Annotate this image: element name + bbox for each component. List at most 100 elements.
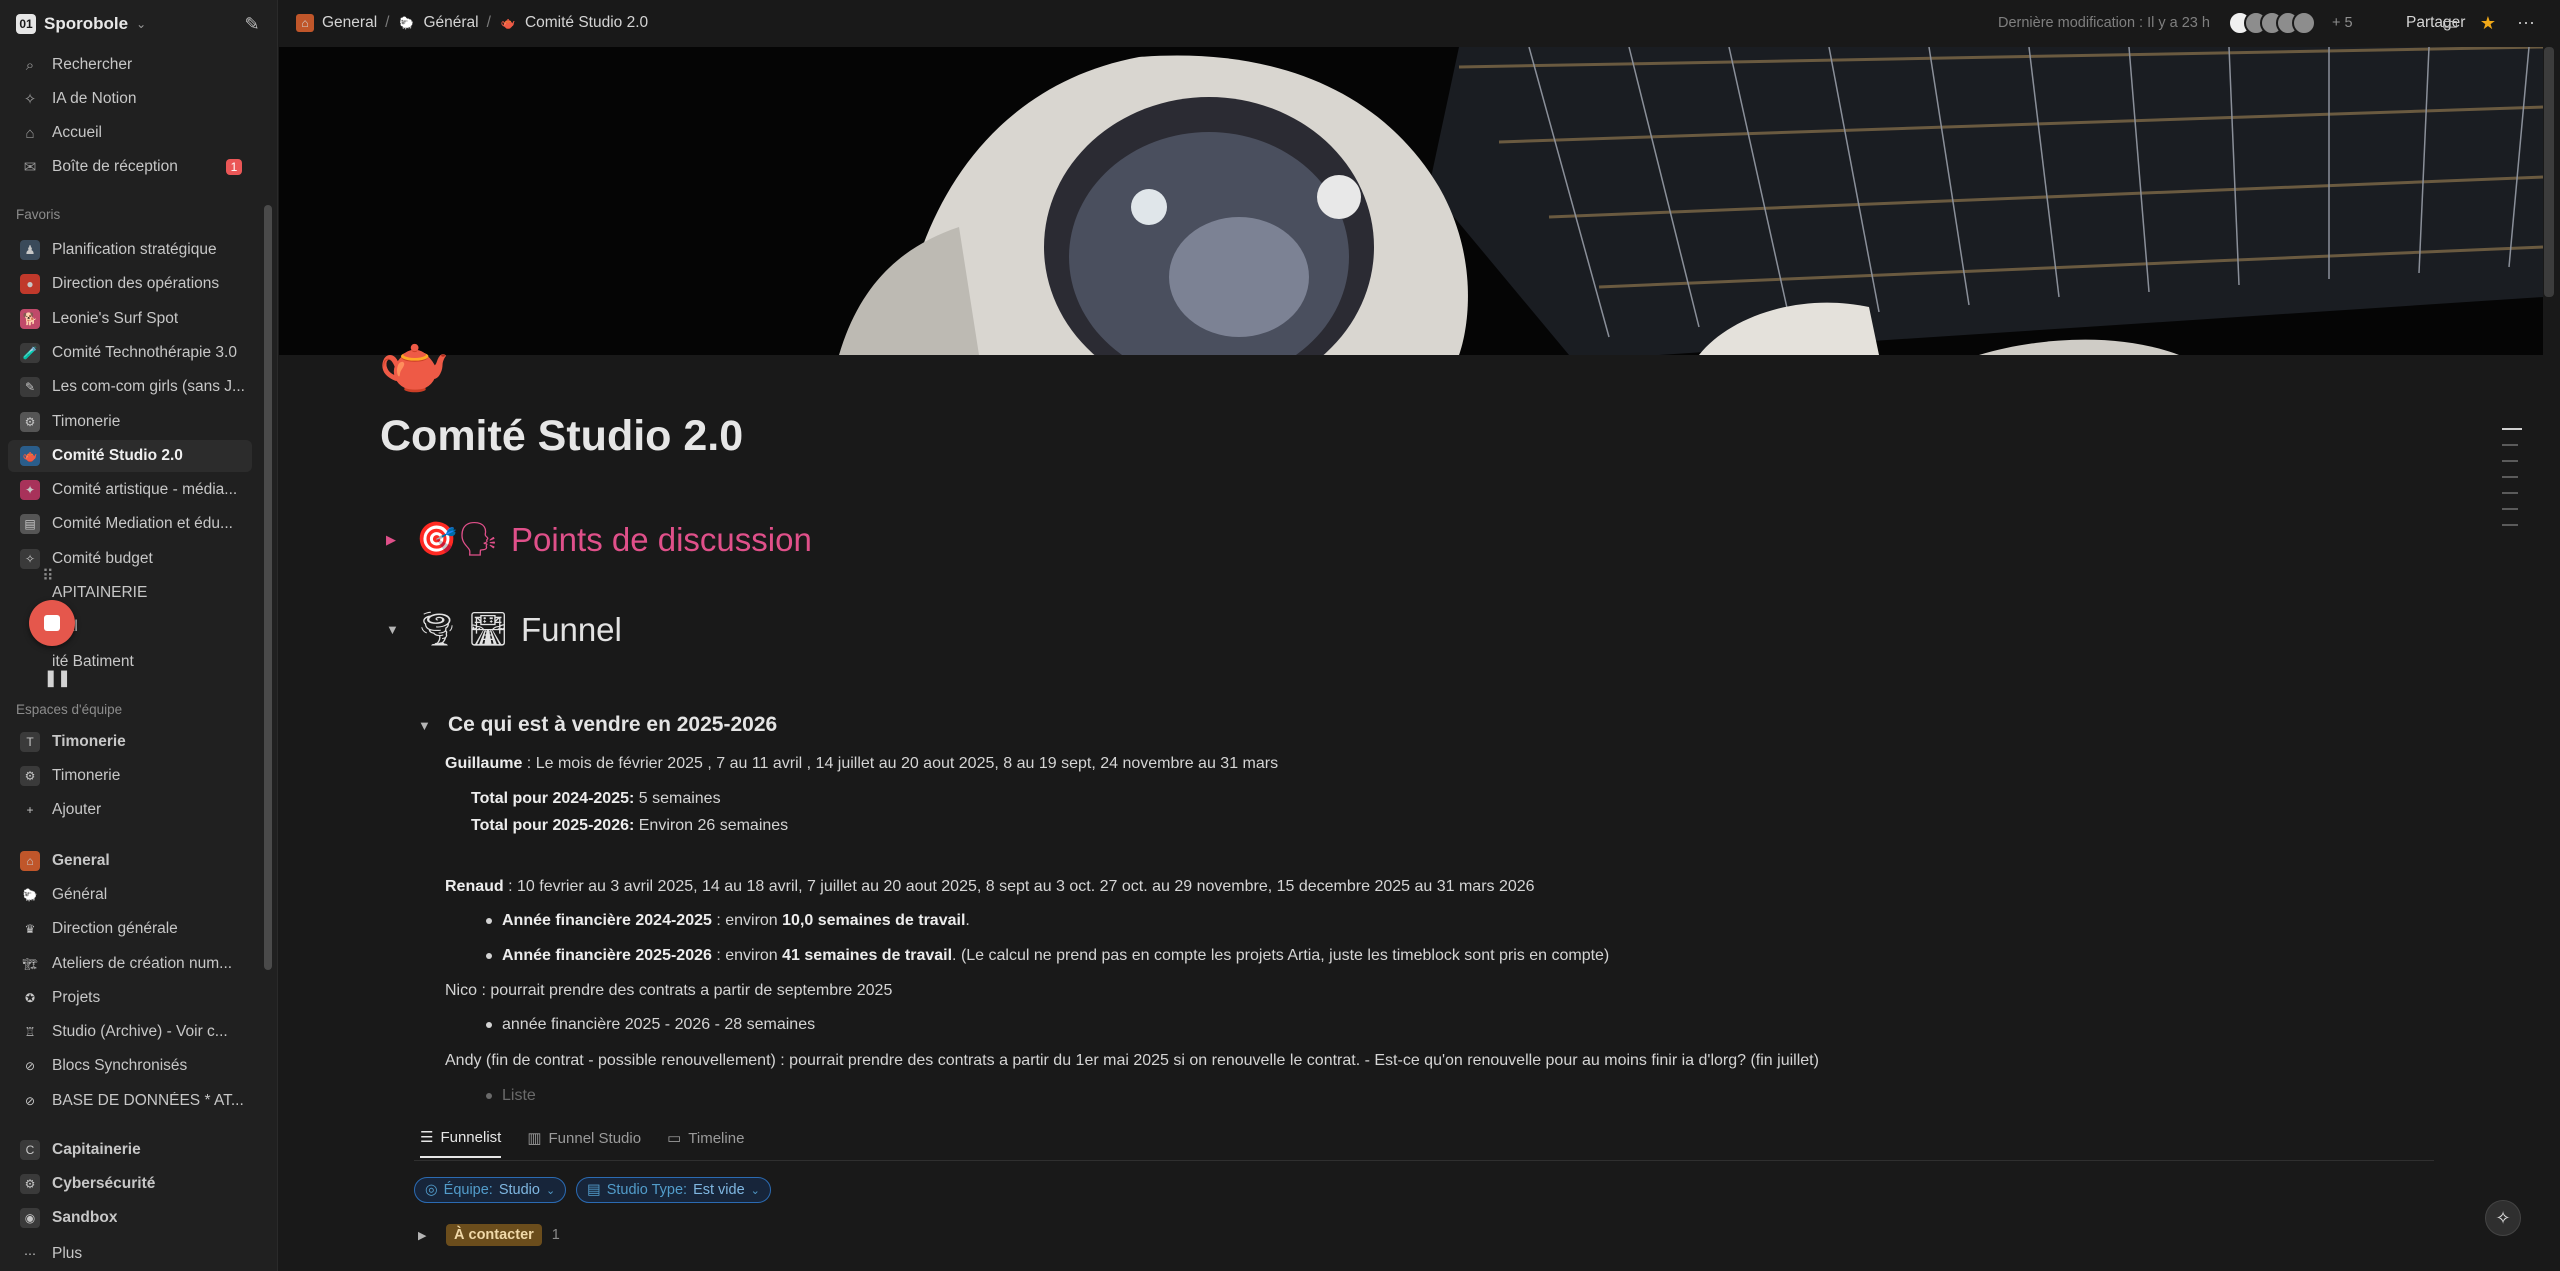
sidebar-item-planification-strategique[interactable]: ♟ Planification stratégique — [8, 234, 252, 266]
filter-chip-equipe[interactable]: ◎ Équipe: Studio ⌄ — [414, 1177, 567, 1203]
sidebar-item-label: Cybersécurité — [52, 1175, 156, 1192]
database-view-tabs: ☰ Funnelist ▥ Funnel Studio ▭ Timeline — [420, 1128, 744, 1158]
filter-property-icon: ◎ — [425, 1182, 438, 1198]
sidebar-item-les-com-com-girls-sans-j[interactable]: ✎ Les com-com girls (sans J... — [8, 371, 252, 403]
sidebar-item-timonerie[interactable]: ⚙ Timonerie — [8, 760, 252, 792]
sidebar-item-base-de-donnees-at[interactable]: ⊘ BASE DE DONNÉES * AT... — [8, 1085, 252, 1117]
list-item[interactable]: Année financière 2024-2025 : environ 10,… — [502, 912, 970, 930]
sidebar-item-comite-technotherapie-3-0[interactable]: 🧪 Comité Technothérapie 3.0 — [8, 337, 252, 369]
chevron-down-icon: ⌄ — [136, 17, 147, 31]
sidebar-item-general[interactable]: 🐑 Général — [8, 879, 252, 911]
sidebar-item-ateliers-de-creation-num[interactable]: 🏗 Ateliers de création num... — [8, 948, 252, 980]
list-item[interactable]: année financière 2025 - 2026 - 28 semain… — [502, 1016, 815, 1034]
sidebar-item-boite-de-reception[interactable]: ✉ Boîte de réception 1 — [8, 151, 252, 183]
table-of-contents[interactable] — [2502, 428, 2522, 540]
text-block[interactable]: Total pour 2025-2026: Environ 26 semaine… — [471, 817, 788, 835]
text-block[interactable]: Nico : pourrait prendre des contrats a p… — [445, 982, 892, 1000]
page-emoji-icon: ⊘ — [24, 1059, 36, 1073]
notion-ai-icon[interactable]: ✧ — [2485, 1200, 2521, 1236]
sidebar-item-accueil[interactable]: ⌂ Accueil — [8, 117, 252, 149]
filter-chip-studio-type[interactable]: ▤ Studio Type: Est vide ⌄ — [576, 1177, 771, 1203]
toggle-heading-for-sale[interactable]: ▼ Ce qui est à vendre en 2025-2026 — [418, 713, 777, 737]
sidebar-item-blocs-synchronises[interactable]: ⊘ Blocs Synchronisés — [8, 1050, 252, 1082]
sidebar-item-rechercher[interactable]: ⌕ Rechercher — [8, 49, 252, 81]
tab-funnelist[interactable]: ☰ Funnelist — [420, 1128, 502, 1158]
comment-icon[interactable]: ▭ — [2438, 11, 2462, 35]
view-icon: ▥ — [527, 1130, 542, 1147]
sidebar-item-label: BASE DE DONNÉES * AT... — [52, 1092, 244, 1109]
breadcrumb-item-comite-studio-2-0[interactable]: 🫖 Comité Studio 2.0 — [499, 14, 648, 32]
chevron-down-icon: ⌄ — [545, 1184, 556, 1197]
sidebar-item-cybersecurite[interactable]: ⚙ Cybersécurité — [8, 1168, 252, 1200]
sidebar-item-general[interactable]: ⌂ General — [8, 845, 252, 877]
page-emoji-icon: ⌂ — [20, 851, 40, 871]
sidebar-item-timonerie[interactable]: ⚙ Timonerie — [8, 406, 252, 438]
star-icon[interactable]: ★ — [2476, 11, 2500, 35]
sidebar-item-capitainerie[interactable]: C Capitainerie — [8, 1134, 252, 1166]
tab-timeline[interactable]: ▭ Timeline — [667, 1128, 744, 1158]
filter-value: Studio — [498, 1182, 540, 1198]
sidebar-item-direction-generale[interactable]: ♛ Direction générale — [8, 913, 252, 945]
sidebar-item-label: Planification stratégique — [52, 241, 217, 258]
more-icon[interactable]: ⋯ — [2514, 11, 2538, 35]
sidebar-item-label: IA de Notion — [52, 90, 137, 107]
toggle-collapsed-icon[interactable]: ▶ — [386, 532, 404, 548]
notification-badge: 1 — [226, 159, 242, 175]
sidebar-item-label: Rechercher — [52, 56, 133, 73]
list-placeholder[interactable]: Liste — [502, 1087, 536, 1105]
collaborator-avatars[interactable] — [2228, 11, 2316, 35]
sidebar-item-comite-mediation-et-edu[interactable]: ▤ Comité Mediation et édu... — [8, 508, 252, 540]
list-item[interactable]: Année financière 2025-2026 : environ 41 … — [502, 947, 1609, 965]
page-title[interactable]: Comité Studio 2.0 — [380, 412, 743, 461]
toggle-expanded-icon[interactable]: ▼ — [418, 718, 436, 733]
text-block[interactable]: Total pour 2024-2025: 5 semaines — [471, 790, 721, 808]
toggle-heading-funnel[interactable]: ▼ 🌪 🛣 Funnel — [386, 610, 622, 649]
sidebar-item-projets[interactable]: ✪ Projets — [8, 982, 252, 1014]
tab-funnel-studio[interactable]: ▥ Funnel Studio — [527, 1128, 641, 1158]
breadcrumb-separator: / — [486, 14, 491, 31]
sidebar-item-direction-des-operations[interactable]: ● Direction des opérations — [8, 268, 252, 300]
page-emoji-icon: ⚙ — [20, 411, 40, 432]
stop-recording-button[interactable] — [29, 600, 75, 646]
sidebar-item-sandbox[interactable]: ◉ Sandbox — [8, 1202, 252, 1234]
text-block[interactable]: Guillaume : Le mois de février 2025 , 7 … — [445, 755, 1278, 773]
filter-property-icon: ▤ — [587, 1182, 601, 1198]
sidebar-item-studio-archive-voir-c[interactable]: ♖ Studio (Archive) - Voir c... — [8, 1016, 252, 1048]
page-emoji-icon: ⚙ — [20, 766, 40, 786]
sidebar-item-plus[interactable]: ⋯ Plus — [8, 1238, 252, 1270]
sidebar-item-label: Sandbox — [52, 1209, 118, 1226]
sidebar-item-timonerie[interactable]: T Timonerie — [8, 726, 252, 758]
new-page-icon[interactable]: ✎ — [240, 12, 264, 36]
search-icon: ⌕ — [25, 56, 35, 74]
toggle-collapsed-icon[interactable]: ▶ — [418, 1229, 436, 1242]
sidebar: 01 Sporobole ⌄ ✎ ⌕ Rechercher ✧ IA de Notio… — [0, 0, 278, 1271]
group-header[interactable]: ▶ À contacter 1 — [418, 1224, 560, 1246]
more-collaborators[interactable]: + 5 — [2332, 15, 2353, 31]
divider — [414, 1160, 2434, 1161]
sidebar-item-ajouter[interactable]: + Ajouter — [8, 794, 252, 826]
page-scrollbar[interactable] — [2544, 47, 2554, 297]
sidebar-item-label: Leonie's Surf Spot — [52, 309, 179, 327]
avatar[interactable] — [2292, 11, 2316, 35]
breadcrumb-item-general[interactable]: 🐑 Général — [397, 14, 479, 32]
text-block[interactable]: Andy (fin de contrat - possible renouvel… — [445, 1052, 1819, 1070]
page-icon[interactable]: 🫖 — [378, 330, 450, 398]
pause-icon[interactable]: ❚❚ — [44, 668, 71, 688]
sidebar-item-comite-studio-2-0[interactable]: 🫖 Comité Studio 2.0 — [8, 439, 252, 472]
toggle-heading-discussion[interactable]: ▶ 🎯🗣 Points de discussion — [386, 520, 812, 559]
workspace-logo: 01 — [16, 14, 36, 34]
text-block[interactable]: Renaud : 10 fevrier au 3 avril 2025, 14 … — [445, 878, 1535, 896]
workspace-name: Sporobole — [44, 14, 129, 33]
toggle-expanded-icon[interactable]: ▼ — [386, 622, 404, 637]
sidebar-item-ia-de-notion[interactable]: ✧ IA de Notion — [8, 83, 252, 115]
sidebar-item-label: Comité Mediation et édu... — [52, 515, 233, 533]
sidebar-item-comite-artistique-media[interactable]: ✦ Comité artistique - média... — [8, 474, 252, 506]
breadcrumb-item-general[interactable]: ⌂ General — [296, 14, 377, 32]
heading-text: Ce qui est à vendre en 2025-2026 — [448, 713, 778, 736]
view-icon: ☰ — [420, 1129, 434, 1146]
drag-handle-icon[interactable]: ⠿ — [42, 566, 54, 586]
page-emoji-icon: ♛ — [24, 922, 36, 936]
sidebar-scrollbar[interactable] — [264, 205, 272, 970]
workspace-switcher[interactable]: 01 Sporobole ⌄ — [16, 12, 146, 36]
sidebar-item-leonie-s-surf-spot[interactable]: 🐕 Leonie's Surf Spot — [8, 303, 252, 335]
